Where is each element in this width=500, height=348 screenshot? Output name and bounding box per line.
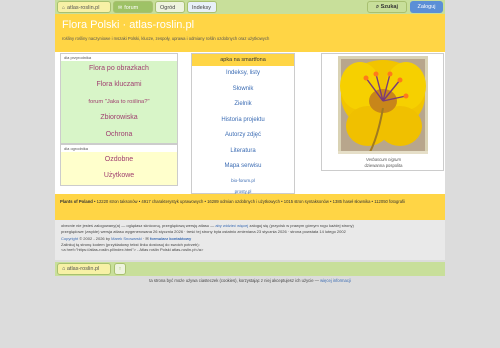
stats-brand: Plants of Poland: [60, 199, 93, 204]
bottom-home-button[interactable]: ⌂ atlas-roslin.pl: [57, 263, 111, 275]
bottom-navbar: ⌂ atlas-roslin.pl ↑: [55, 262, 445, 276]
bottom-home-label: atlas-roslin.pl: [66, 266, 100, 272]
author-link[interactable]: Marek Snowarski: [111, 236, 142, 241]
cookie-notice: ta strona być może używa ciasteczek (coo…: [0, 278, 500, 283]
tab-garden[interactable]: Ogród: [155, 1, 185, 13]
menu-forum-what-plant[interactable]: forum "Jaka to roślina?": [61, 94, 177, 110]
menu-utility[interactable]: Użytkowe: [61, 168, 177, 184]
site-header: Flora Polski · atlas-roslin.pl rośliny r…: [55, 14, 445, 52]
cookie-more-link[interactable]: więcej informacji: [320, 278, 351, 283]
link-indexes-lists[interactable]: Indeksy, listy: [192, 66, 294, 82]
search-icon: ⌕: [375, 4, 380, 10]
copyright-text: © 2002 - 2026 by: [79, 236, 110, 241]
middle-column: apka na smartfona Indeksy, listy Słownik…: [191, 53, 295, 194]
tab-indexes-label: Indeksy: [192, 5, 211, 11]
plant-caption: Verbascum nigrum dziewanna pospolita: [322, 157, 445, 169]
menu-protection[interactable]: Ochrona: [61, 127, 177, 143]
login-button[interactable]: Zaloguj: [410, 1, 443, 13]
search-button-label: Szukaj: [380, 4, 399, 10]
see-more-link[interactable]: aby widzieć więcej: [215, 223, 248, 228]
menu-flora-pictures[interactable]: Flora po obrazkach: [61, 61, 177, 77]
link-literature[interactable]: Literatura: [192, 144, 294, 160]
garden-section-label: dla ogrodnika: [60, 143, 178, 152]
version-info: przeglądowe (zwykłe) wersja atlasu wygen…: [61, 228, 346, 234]
tab-forum[interactable]: ✉ forum: [113, 1, 153, 13]
link-photo-authors[interactable]: Autorzy zdjęć: [192, 128, 294, 144]
tab-home[interactable]: ⌂ atlas-roslin.pl: [57, 1, 111, 13]
tab-home-label: atlas-roslin.pl: [67, 5, 100, 11]
tab-forum-label: forum: [124, 5, 139, 11]
home-icon: ⌂: [62, 5, 66, 11]
link-project-history[interactable]: Historia projektu: [192, 113, 294, 129]
plant-polish-name: dziewanna pospolita: [364, 163, 403, 168]
site-title[interactable]: Flora Polski · atlas-roslin.pl: [62, 19, 194, 31]
stats-bar: Plants of Poland • 12220 stron taksonów …: [55, 194, 445, 220]
copyright-link[interactable]: Copyright: [61, 236, 78, 241]
link-dictionary[interactable]: Słownik: [192, 82, 294, 98]
cookie-text: ta strona być może używa ciasteczek (coo…: [149, 278, 319, 283]
nature-menu: Flora po obrazkach Flora kluczami forum …: [60, 61, 178, 144]
scroll-top-button[interactable]: ↑: [114, 263, 126, 275]
stats-text: • 12220 stron taksonów • 4917 charaktery…: [93, 199, 406, 204]
footer-info: obecnie nie jesteś zalogowany(a) — ogląd…: [55, 220, 445, 260]
arrow-icon: · ✉: [142, 236, 149, 241]
app-link[interactable]: apka na smartfona: [192, 54, 294, 66]
home-icon: ⌂: [62, 266, 66, 272]
left-column: dla przyrodnika Flora po obrazkach Flora…: [60, 53, 178, 186]
contact-form-link[interactable]: formularz kontaktowy: [150, 236, 191, 241]
forum-icon: ✉: [118, 5, 123, 11]
tab-indexes[interactable]: Indeksy: [187, 1, 217, 13]
main-content: dla przyrodnika Flora po obrazkach Flora…: [55, 52, 445, 194]
login-notice-text: obecnie nie jesteś zalogowany(a) — ogląd…: [61, 223, 215, 228]
link-sitemap[interactable]: Mapa serwisu: [192, 159, 294, 175]
link-herbarium[interactable]: Zielnik: [192, 97, 294, 113]
menu-flora-keys[interactable]: Flora kluczami: [61, 77, 177, 93]
featured-plant: Verbascum nigrum dziewanna pospolita: [321, 53, 444, 171]
search-button[interactable]: ⌕ Szukaj: [367, 1, 407, 13]
menu-communities[interactable]: Zbiorowiska: [61, 110, 177, 126]
menu-ornamental[interactable]: Ozdobne: [61, 152, 177, 168]
plant-photo[interactable]: [338, 56, 428, 154]
plant-photo-image: [338, 56, 428, 154]
login-button-label: Zaloguj: [417, 4, 436, 10]
login-notice-text-2: zaloguj się (przycisk w prawym górnym ro…: [249, 223, 354, 228]
site-subtitle: rośliny rośliny naczyniowe i mszaki Pols…: [62, 36, 270, 41]
arrow-up-icon: ↑: [118, 266, 122, 272]
nature-section-label: dla przyrodnika: [60, 53, 178, 61]
link-code-snippet[interactable]: <a href="https://atlas-roslin.pl/index.h…: [61, 247, 439, 253]
top-navbar: ⌂ atlas-roslin.pl ✉ forum Ogród Indeksy ⌕ …: [55, 0, 445, 14]
link-bio-forum[interactable]: bio-forum.pl: [192, 175, 294, 186]
garden-menu: Ozdobne Użytkowe: [60, 151, 178, 186]
tab-garden-label: Ogród: [160, 5, 176, 11]
